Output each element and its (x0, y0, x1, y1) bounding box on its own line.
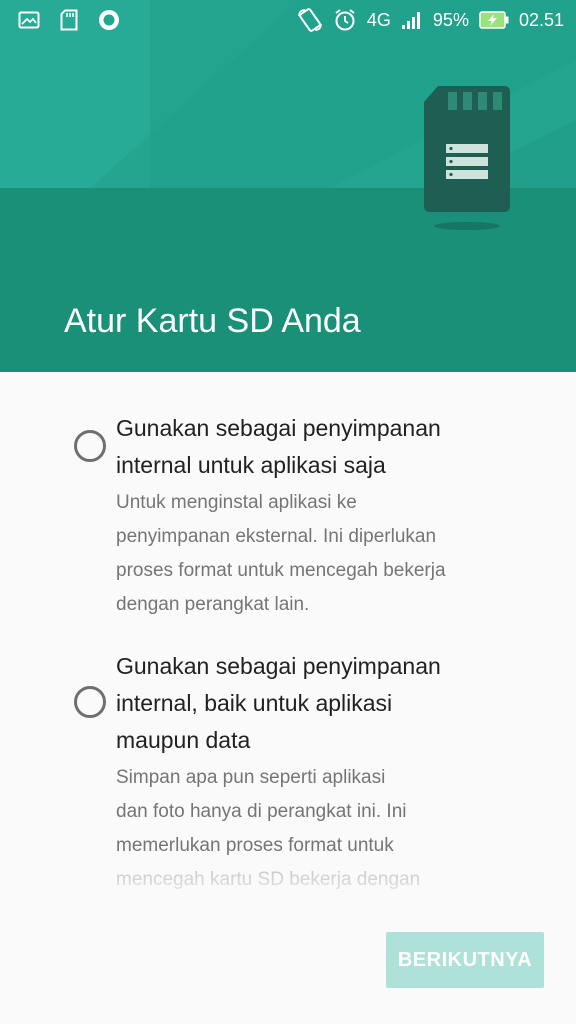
network-type-label: 4G (366, 9, 391, 30)
option-description-line: dan foto hanya di perangkat ini. Ini (116, 801, 407, 822)
scroll-fade-overlay (0, 870, 576, 910)
page-title: Atur Kartu SD Anda (64, 302, 361, 340)
option-title-line: internal untuk aplikasi saja (116, 452, 386, 478)
option-description-line: dengan perangkat lain. (116, 594, 310, 615)
option-title-line: Gunakan sebagai penyimpanan (116, 415, 441, 441)
clock-time: 02.51 (518, 9, 564, 30)
sd-card-icon (60, 9, 78, 31)
circle-notification-icon (99, 10, 119, 30)
option-title-line: Gunakan sebagai penyimpanan (116, 653, 441, 679)
radio-button[interactable] (74, 686, 106, 718)
option-title-line: maupun data (116, 727, 251, 753)
option-description-line: memerlukan proses format untuk (116, 835, 394, 856)
option-title-line: internal, baik untuk aplikasi (116, 690, 393, 716)
rotate-icon (298, 8, 322, 32)
alarm-icon (335, 9, 355, 31)
option-description-line: proses format untuk mencegah bekerja (116, 560, 446, 581)
sd-card-shadow (434, 222, 500, 230)
battery-percent-label: 95% (432, 9, 469, 30)
status-bar: 4G 95% 02.51 (0, 0, 576, 40)
option-title: Gunakan sebagai penyimpanan internal, ba… (116, 648, 536, 759)
option-text[interactable]: Gunakan sebagai penyimpanan internal, ba… (116, 648, 536, 897)
option-title: Gunakan sebagai penyimpanan internal unt… (116, 410, 536, 484)
option-text[interactable]: Gunakan sebagai penyimpanan internal unt… (116, 410, 536, 622)
option-description-line: Untuk menginstal aplikasi ke (116, 492, 357, 513)
image-icon (18, 11, 40, 29)
option-description-line: penyimpanan eksternal. Ini diperlukan (116, 526, 437, 547)
option-description: Untuk menginstal aplikasi ke penyimpanan… (116, 486, 536, 622)
next-button[interactable]: BERIKUTNYA (386, 932, 544, 988)
battery-charging-icon (479, 11, 509, 29)
header-banner: 4G 95% 02.51 Atur Kartu SD Anda (0, 0, 576, 372)
signal-icon (401, 12, 420, 29)
option-description-line: Simpan apa pun seperti aplikasi (116, 767, 386, 788)
sd-card-icon (424, 86, 510, 212)
radio-button[interactable] (74, 430, 106, 462)
